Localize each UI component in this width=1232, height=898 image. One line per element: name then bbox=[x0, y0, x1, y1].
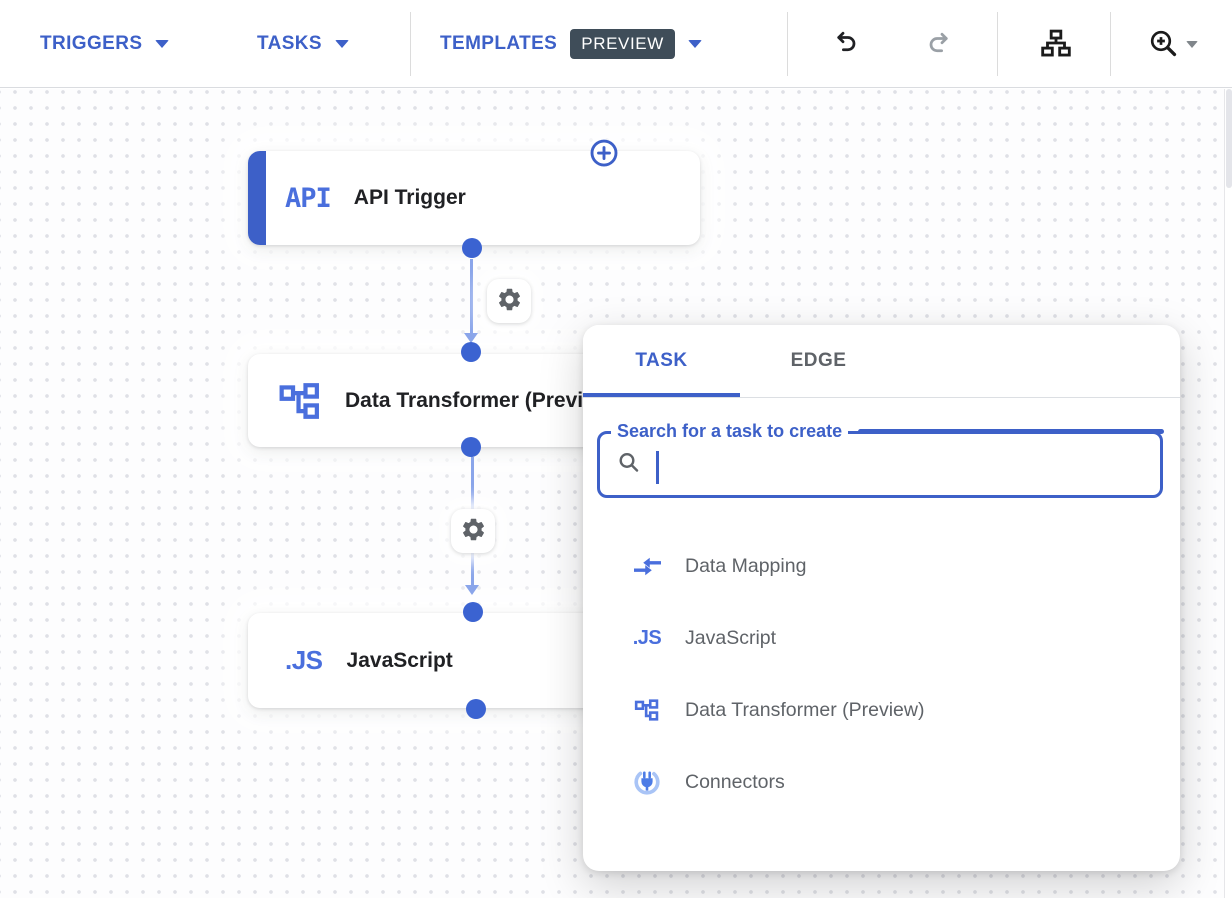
trigger-accent-bar bbox=[248, 151, 266, 245]
data-mapping-icon bbox=[633, 552, 661, 580]
templates-menu-label: TEMPLATES bbox=[440, 33, 557, 55]
list-item-label: Data Transformer (Preview) bbox=[685, 699, 924, 722]
tab-edge[interactable]: EDGE bbox=[740, 325, 897, 397]
templates-menu-button[interactable]: TEMPLATES PREVIEW bbox=[440, 0, 702, 88]
data-transformer-icon bbox=[633, 696, 661, 724]
js-icon: .JS bbox=[633, 624, 661, 652]
toolbar-divider bbox=[1110, 12, 1111, 76]
node-title: Data Transformer (Preview) bbox=[345, 389, 618, 413]
task-search-field[interactable] bbox=[597, 431, 1163, 498]
edge-arrowhead bbox=[465, 585, 479, 595]
api-icon: API bbox=[285, 183, 331, 214]
plus-circle-icon bbox=[589, 156, 619, 171]
triggers-menu-button[interactable]: TRIGGERS bbox=[40, 0, 169, 88]
undo-icon bbox=[830, 28, 860, 61]
add-step-button[interactable] bbox=[589, 138, 619, 168]
list-item-data-transformer[interactable]: Data Transformer (Preview) bbox=[583, 674, 1180, 746]
node-api-trigger[interactable]: API API Trigger bbox=[248, 151, 700, 245]
gear-icon bbox=[460, 516, 487, 546]
text-cursor bbox=[656, 451, 659, 484]
gear-icon bbox=[496, 286, 523, 316]
org-chart-icon bbox=[1039, 26, 1073, 63]
editor-toolbar: TRIGGERS TASKS TEMPLATES PREVIEW bbox=[0, 0, 1232, 88]
redo-icon bbox=[925, 29, 955, 59]
search-icon bbox=[617, 450, 641, 479]
tasks-menu-button[interactable]: TASKS bbox=[257, 0, 349, 88]
add-task-popup: TASK EDGE Search for a task to create bbox=[583, 325, 1180, 871]
node-title: JavaScript bbox=[347, 649, 453, 673]
list-item-label: Data Mapping bbox=[685, 555, 806, 578]
zoom-menu-button[interactable] bbox=[1140, 20, 1204, 68]
port-js-in[interactable] bbox=[463, 602, 483, 622]
scrollbar-thumb[interactable] bbox=[1226, 89, 1232, 188]
chevron-down-icon bbox=[688, 40, 702, 48]
undo-button[interactable] bbox=[821, 20, 869, 68]
connectors-icon bbox=[633, 768, 661, 796]
edge-settings-button[interactable] bbox=[487, 279, 531, 323]
data-transformer-icon bbox=[278, 379, 322, 423]
zoom-in-icon bbox=[1147, 27, 1179, 62]
list-item-data-mapping[interactable]: Data Mapping bbox=[583, 530, 1180, 602]
port-api-trigger-out[interactable] bbox=[462, 238, 482, 258]
node-title: API Trigger bbox=[354, 186, 466, 210]
chevron-down-icon bbox=[155, 40, 169, 48]
port-js-out[interactable] bbox=[466, 699, 486, 719]
triggers-menu-label: TRIGGERS bbox=[40, 33, 142, 55]
chevron-down-icon bbox=[335, 40, 349, 48]
auto-layout-button[interactable] bbox=[1032, 20, 1080, 68]
popup-tabs: TASK EDGE bbox=[583, 325, 1180, 398]
vertical-scrollbar[interactable] bbox=[1224, 89, 1232, 898]
search-input[interactable] bbox=[652, 442, 1152, 490]
port-transformer-out[interactable] bbox=[461, 437, 481, 457]
preview-badge: PREVIEW bbox=[570, 29, 675, 59]
toolbar-divider bbox=[787, 12, 788, 76]
list-item-javascript[interactable]: .JS JavaScript bbox=[583, 602, 1180, 674]
list-item-connectors[interactable]: Connectors bbox=[583, 746, 1180, 818]
list-item-label: Connectors bbox=[685, 771, 785, 794]
list-item-label: JavaScript bbox=[685, 627, 776, 650]
tab-task[interactable]: TASK bbox=[583, 325, 740, 397]
tasks-menu-label: TASKS bbox=[257, 33, 322, 55]
task-list: Data Mapping .JS JavaScript Data T bbox=[583, 530, 1180, 818]
toolbar-divider bbox=[997, 12, 998, 76]
toolbar-divider bbox=[410, 12, 411, 76]
js-icon: .JS bbox=[285, 645, 323, 676]
port-transformer-in[interactable] bbox=[461, 342, 481, 362]
edge-settings-button[interactable] bbox=[451, 509, 495, 553]
workflow-canvas[interactable]: API API Trigger bbox=[0, 89, 1232, 898]
chevron-down-icon bbox=[1186, 41, 1198, 48]
redo-button[interactable] bbox=[916, 20, 964, 68]
edge-api-to-transformer bbox=[470, 259, 473, 337]
